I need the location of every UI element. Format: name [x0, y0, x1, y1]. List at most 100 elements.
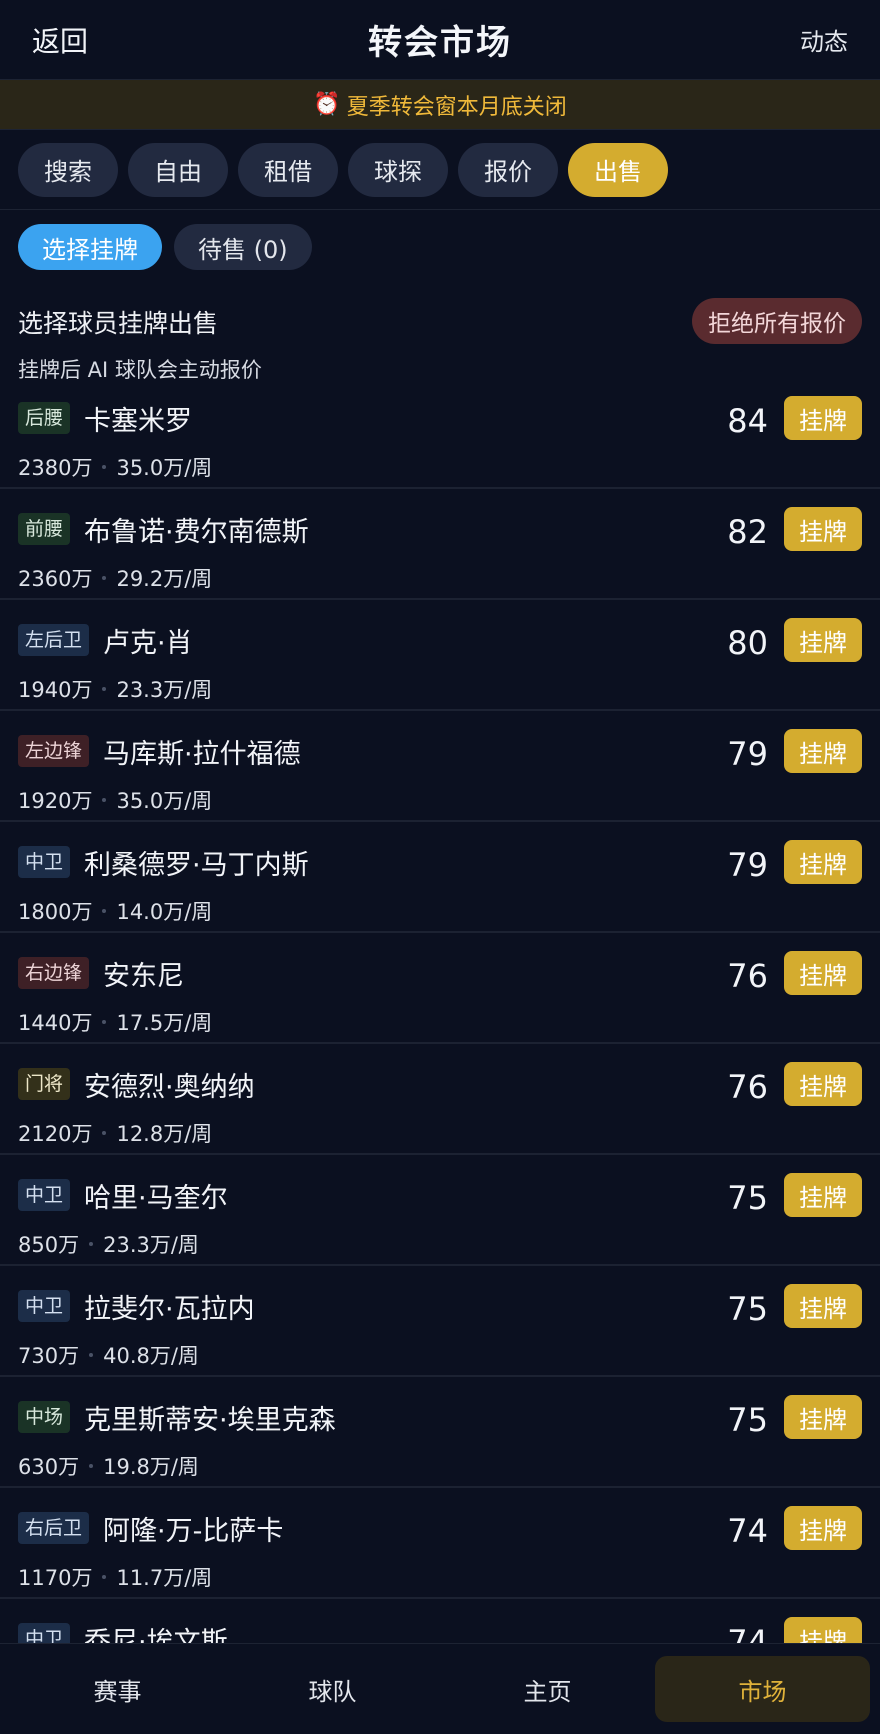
player-wage: 23.3万/周 — [103, 1233, 199, 1257]
separator-dot — [102, 687, 107, 691]
tab-offers[interactable]: 报价 — [458, 142, 558, 197]
player-name: 乔尼·埃文斯 — [84, 1626, 228, 1644]
top-bar: 返回 转会市场 动态 — [0, 0, 880, 80]
list-player-button[interactable]: 挂牌 — [784, 840, 862, 884]
player-finance: 1940万 23.3万/周 — [18, 674, 862, 704]
player-name: 拉斐尔·瓦拉内 — [84, 1293, 255, 1325]
tab-search[interactable]: 搜索 — [18, 142, 118, 197]
position-badge: 右后卫 — [18, 1512, 90, 1544]
player-wage: 35.0万/周 — [116, 456, 213, 480]
tab-sell[interactable]: 出售 — [568, 142, 668, 197]
tab-free[interactable]: 自由 — [128, 142, 228, 197]
separator-dot — [102, 465, 107, 469]
position-badge: 中卫 — [18, 1179, 71, 1211]
list-player-button[interactable]: 挂牌 — [784, 729, 862, 773]
position-badge: 右边锋 — [18, 957, 90, 989]
player-value: 1920万 — [18, 789, 93, 813]
player-rating: 75 — [727, 1179, 768, 1217]
position-badge: 中场 — [18, 1401, 71, 1433]
player-rating: 82 — [727, 513, 768, 551]
list-player-button[interactable]: 挂牌 — [784, 1173, 862, 1217]
list-player-button[interactable]: 挂牌 — [784, 1062, 862, 1106]
player-rating: 74 — [727, 1623, 768, 1643]
player-name: 利桑德罗·马丁内斯 — [84, 849, 309, 881]
player-name: 布鲁诺·费尔南德斯 — [84, 516, 309, 548]
player-row[interactable]: 中卫 哈里·马奎尔 850万 23.3万/周 75 挂牌 — [0, 1155, 880, 1266]
player-name: 卡塞米罗 — [84, 405, 193, 437]
position-badge: 前腰 — [18, 513, 71, 545]
market-tabs: 搜索 自由 租借 球探 报价 出售 — [0, 130, 880, 210]
separator-dot — [89, 1242, 94, 1246]
list-player-button[interactable]: 挂牌 — [784, 1284, 862, 1328]
separator-dot — [102, 798, 107, 802]
player-value: 2360万 — [18, 567, 93, 591]
player-wage: 17.5万/周 — [116, 1011, 213, 1035]
player-row[interactable]: 前腰 布鲁诺·费尔南德斯 2360万 29.2万/周 82 挂牌 — [0, 489, 880, 600]
player-row[interactable]: 中卫 乔尼·埃文斯 74 挂牌 — [0, 1599, 880, 1643]
notice-text: 夏季转会窗本月底关闭 — [346, 94, 567, 120]
player-wage: 19.8万/周 — [103, 1455, 199, 1479]
player-name: 安东尼 — [103, 960, 185, 992]
position-badge: 中卫 — [18, 846, 71, 878]
list-player-button[interactable]: 挂牌 — [784, 951, 862, 995]
player-rating: 79 — [727, 735, 768, 773]
player-wage: 12.8万/周 — [116, 1122, 213, 1146]
player-wage: 40.8万/周 — [103, 1344, 199, 1368]
list-player-button[interactable]: 挂牌 — [784, 507, 862, 551]
tab-scout[interactable]: 球探 — [348, 142, 448, 197]
player-wage: 14.0万/周 — [116, 900, 213, 924]
player-name: 安德烈·奥纳纳 — [84, 1071, 255, 1103]
alarm-clock-icon: ⏰ — [313, 92, 341, 117]
player-value: 1940万 — [18, 678, 93, 702]
player-row[interactable]: 后腰 卡塞米罗 2380万 35.0万/周 84 挂牌 — [0, 378, 880, 489]
separator-dot — [102, 1020, 107, 1024]
player-rating: 74 — [727, 1512, 768, 1550]
sell-subtabs: 选择挂牌 待售 (0) — [0, 210, 880, 282]
transfer-window-notice: ⏰ 夏季转会窗本月底关闭 — [0, 80, 880, 130]
nav-market[interactable]: 市场 — [655, 1656, 870, 1722]
player-row[interactable]: 中场 克里斯蒂安·埃里克森 630万 19.8万/周 75 挂牌 — [0, 1377, 880, 1488]
player-row[interactable]: 中卫 拉斐尔·瓦拉内 730万 40.8万/周 75 挂牌 — [0, 1266, 880, 1377]
player-value: 2380万 — [18, 456, 93, 480]
position-badge: 门将 — [18, 1068, 71, 1100]
player-rating: 80 — [727, 624, 768, 662]
page-title: 转会市场 — [368, 23, 512, 63]
tab-loan[interactable]: 租借 — [238, 142, 338, 197]
news-button[interactable]: 动态 — [728, 22, 848, 57]
back-button[interactable]: 返回 — [32, 20, 152, 60]
position-badge: 中卫 — [18, 1623, 71, 1643]
separator-dot — [102, 1575, 107, 1579]
player-wage: 11.7万/周 — [116, 1566, 213, 1590]
player-value: 2120万 — [18, 1122, 93, 1146]
list-player-button[interactable]: 挂牌 — [784, 1395, 862, 1439]
player-value: 1800万 — [18, 900, 93, 924]
player-row[interactable]: 门将 安德烈·奥纳纳 2120万 12.8万/周 76 挂牌 — [0, 1044, 880, 1155]
player-finance: 1920万 35.0万/周 — [18, 785, 862, 815]
list-player-button[interactable]: 挂牌 — [784, 396, 862, 440]
player-list[interactable]: 后腰 卡塞米罗 2380万 35.0万/周 84 挂牌 前腰 布鲁诺·费尔南德斯… — [0, 378, 880, 1643]
player-finance: 2380万 35.0万/周 — [18, 452, 862, 482]
position-badge: 中卫 — [18, 1290, 71, 1322]
nav-team[interactable]: 球队 — [225, 1656, 440, 1722]
player-wage: 23.3万/周 — [116, 678, 213, 702]
player-row[interactable]: 右后卫 阿隆·万-比萨卡 1170万 11.7万/周 74 挂牌 — [0, 1488, 880, 1599]
list-player-button[interactable]: 挂牌 — [784, 1617, 862, 1643]
nav-matches[interactable]: 赛事 — [10, 1656, 225, 1722]
player-row[interactable]: 左后卫 卢克·肖 1940万 23.3万/周 80 挂牌 — [0, 600, 880, 711]
player-name: 克里斯蒂安·埃里克森 — [84, 1404, 336, 1436]
player-row[interactable]: 中卫 利桑德罗·马丁内斯 1800万 14.0万/周 79 挂牌 — [0, 822, 880, 933]
player-row[interactable]: 右边锋 安东尼 1440万 17.5万/周 76 挂牌 — [0, 933, 880, 1044]
nav-home[interactable]: 主页 — [440, 1656, 655, 1722]
player-finance: 1800万 14.0万/周 — [18, 896, 862, 926]
subtab-for-sale[interactable]: 待售 (0) — [174, 224, 312, 270]
list-player-button[interactable]: 挂牌 — [784, 618, 862, 662]
separator-dot — [102, 576, 107, 580]
player-wage: 35.0万/周 — [116, 789, 213, 813]
player-rating: 84 — [727, 402, 768, 440]
separator-dot — [89, 1464, 94, 1468]
reject-all-offers-button[interactable]: 拒绝所有报价 — [692, 298, 862, 344]
player-row[interactable]: 左边锋 马库斯·拉什福德 1920万 35.0万/周 79 挂牌 — [0, 711, 880, 822]
list-player-button[interactable]: 挂牌 — [784, 1506, 862, 1550]
player-value: 630万 — [18, 1455, 80, 1479]
subtab-select-listing[interactable]: 选择挂牌 — [18, 224, 162, 270]
